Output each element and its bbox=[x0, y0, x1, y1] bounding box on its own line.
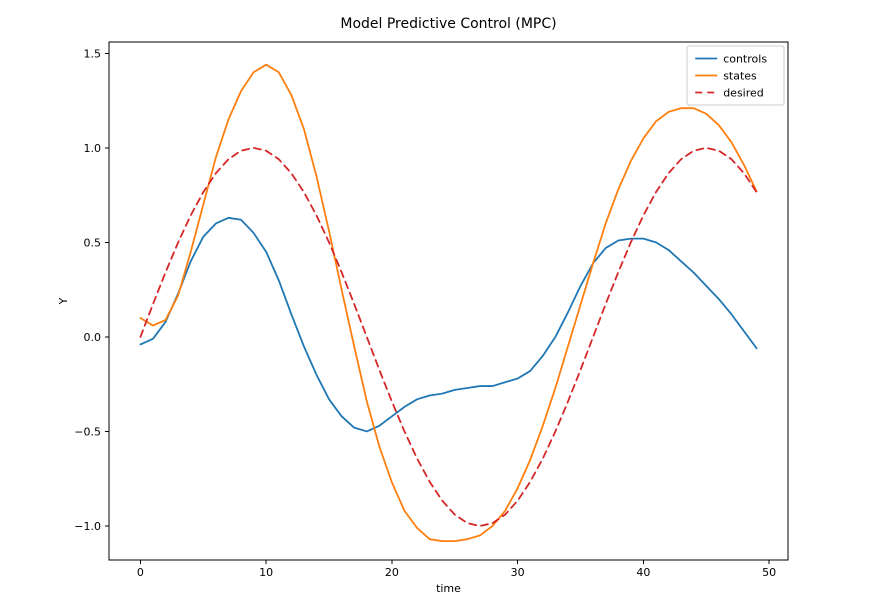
x-tick-label: 50 bbox=[762, 566, 776, 579]
y-tick-label: 0.0 bbox=[84, 331, 102, 344]
series-desired bbox=[140, 148, 756, 526]
x-tick-label: 40 bbox=[636, 566, 650, 579]
legend-label-states: states bbox=[723, 70, 757, 83]
y-tick-label: −0.5 bbox=[74, 425, 101, 438]
x-axis-label: time bbox=[436, 582, 461, 595]
y-tick-label: 1.5 bbox=[84, 47, 102, 60]
y-tick-label: −1.0 bbox=[74, 520, 101, 533]
series-states bbox=[140, 65, 756, 541]
y-tick-label: 1.0 bbox=[84, 142, 102, 155]
y-tick-label: 0.5 bbox=[84, 236, 102, 249]
x-tick-label: 0 bbox=[137, 566, 144, 579]
x-tick-label: 10 bbox=[259, 566, 273, 579]
chart-container: 0 10 20 30 40 50 time −1.0 −0.5 0.0 0.5 1.0 1.5 Y Mode… bbox=[0, 0, 875, 613]
x-tick-label: 30 bbox=[511, 566, 525, 579]
series-controls bbox=[140, 218, 756, 432]
x-tick-label: 20 bbox=[385, 566, 399, 579]
legend-label-desired: desired bbox=[723, 87, 764, 100]
plot-frame bbox=[109, 42, 788, 560]
legend-label-controls: controls bbox=[723, 53, 767, 66]
chart-title: Model Predictive Control (MPC) bbox=[340, 16, 556, 32]
y-axis-label: Y bbox=[57, 297, 70, 305]
line-chart: 0 10 20 30 40 50 time −1.0 −0.5 0.0 0.5 1.0 1.5 Y Mode… bbox=[0, 0, 875, 613]
